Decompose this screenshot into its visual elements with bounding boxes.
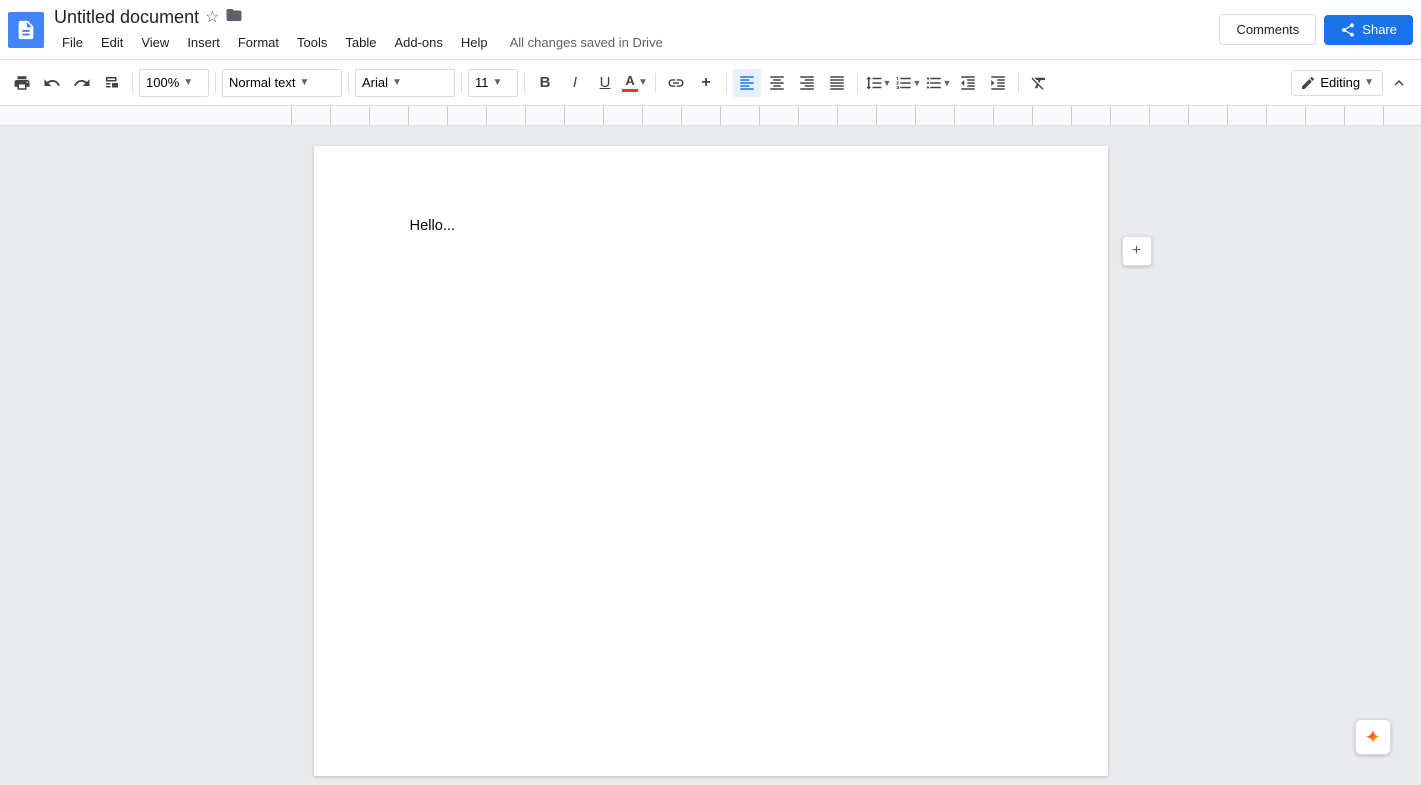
menu-insert[interactable]: Insert	[179, 31, 228, 54]
insert-special-button[interactable]: +	[692, 69, 720, 97]
ai-assistant-button[interactable]: ✦	[1355, 719, 1391, 755]
title-bar: Untitled document ☆ File Edit View Inser…	[0, 0, 1421, 60]
size-arrow: ▼	[493, 77, 503, 88]
style-arrow: ▼	[299, 77, 309, 88]
menu-table[interactable]: Table	[337, 31, 384, 54]
clear-formatting-button[interactable]	[1025, 69, 1053, 97]
underline-button[interactable]: U	[591, 69, 619, 97]
toolbar: 100% ▼ Normal text ▼ Arial ▼ 11 ▼ B I U …	[0, 60, 1421, 106]
menu-addons[interactable]: Add-ons	[386, 31, 450, 54]
divider-6	[655, 73, 656, 93]
menu-help[interactable]: Help	[453, 31, 496, 54]
app-icon	[8, 12, 44, 48]
style-select[interactable]: Normal text ▼	[222, 69, 342, 97]
divider-3	[348, 73, 349, 93]
align-center-button[interactable]	[763, 69, 791, 97]
editing-mode-selector[interactable]: Editing ▼	[1291, 70, 1383, 96]
folder-icon[interactable]	[225, 6, 243, 29]
document-content[interactable]: Hello...	[410, 218, 1012, 618]
line-spacing-button[interactable]: ▼	[864, 69, 892, 97]
menu-format[interactable]: Format	[230, 31, 287, 54]
bold-button[interactable]: B	[531, 69, 559, 97]
menu-bar: File Edit View Insert Format Tools Table…	[54, 31, 1219, 54]
divider-7	[726, 73, 727, 93]
divider-8	[857, 73, 858, 93]
title-section: Untitled document ☆ File Edit View Inser…	[54, 6, 1219, 54]
zoom-select[interactable]: 100% ▼	[139, 69, 209, 97]
editing-mode-arrow: ▼	[1364, 77, 1374, 88]
divider-2	[215, 73, 216, 93]
redo-button[interactable]	[68, 69, 96, 97]
font-size-select[interactable]: 11 ▼	[468, 69, 518, 97]
align-left-button[interactable]	[733, 69, 761, 97]
unordered-list-button[interactable]: ▼	[924, 69, 952, 97]
justify-button[interactable]	[823, 69, 851, 97]
document-title[interactable]: Untitled document	[54, 7, 199, 28]
text-color-button[interactable]: A ▼	[621, 69, 649, 97]
star-icon[interactable]: ☆	[205, 7, 219, 27]
undo-button[interactable]	[38, 69, 66, 97]
save-status: All changes saved in Drive	[510, 35, 663, 50]
menu-edit[interactable]: Edit	[93, 31, 131, 54]
paint-format-button[interactable]	[98, 69, 126, 97]
divider-9	[1018, 73, 1019, 93]
document-page: Hello... +	[314, 146, 1108, 776]
menu-file[interactable]: File	[54, 31, 91, 54]
print-button[interactable]	[8, 69, 36, 97]
ruler	[0, 106, 1421, 126]
divider-4	[461, 73, 462, 93]
menu-tools[interactable]: Tools	[289, 31, 335, 54]
ordered-list-button[interactable]: ▼	[894, 69, 922, 97]
document-area[interactable]: Hello... +	[0, 126, 1421, 785]
divider-5	[524, 73, 525, 93]
menu-view[interactable]: View	[133, 31, 177, 54]
divider-1	[132, 73, 133, 93]
share-button[interactable]: Share	[1324, 15, 1413, 45]
font-arrow: ▼	[392, 77, 402, 88]
add-comment-button[interactable]: +	[1122, 236, 1152, 266]
header-actions: Comments Share	[1219, 14, 1413, 45]
collapse-toolbar-button[interactable]	[1385, 69, 1413, 97]
decrease-indent-button[interactable]	[954, 69, 982, 97]
align-right-button[interactable]	[793, 69, 821, 97]
increase-indent-button[interactable]	[984, 69, 1012, 97]
link-button[interactable]	[662, 69, 690, 97]
doc-title-row: Untitled document ☆	[54, 6, 1219, 29]
italic-button[interactable]: I	[561, 69, 589, 97]
zoom-arrow: ▼	[183, 77, 193, 88]
comments-button[interactable]: Comments	[1219, 14, 1316, 45]
font-select[interactable]: Arial ▼	[355, 69, 455, 97]
